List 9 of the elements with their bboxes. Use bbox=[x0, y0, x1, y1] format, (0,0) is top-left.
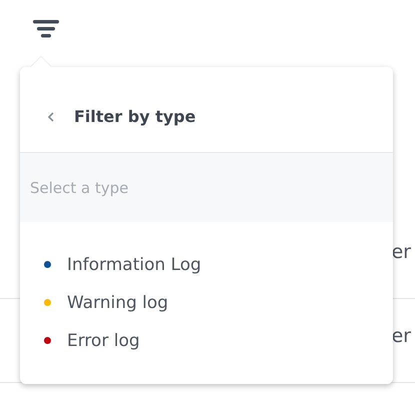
type-option[interactable]: Information Log bbox=[67, 254, 202, 274]
popover-title: Filter by type bbox=[74, 107, 196, 126]
type-option[interactable]: Error log bbox=[67, 330, 140, 350]
back-chevron-icon[interactable] bbox=[46, 110, 56, 124]
table-text: er bbox=[391, 240, 411, 262]
type-search-field[interactable]: Select a type bbox=[20, 153, 393, 222]
filter-icon[interactable] bbox=[32, 18, 60, 40]
table-text: er bbox=[391, 324, 411, 346]
type-option[interactable]: Warning log bbox=[67, 292, 168, 312]
